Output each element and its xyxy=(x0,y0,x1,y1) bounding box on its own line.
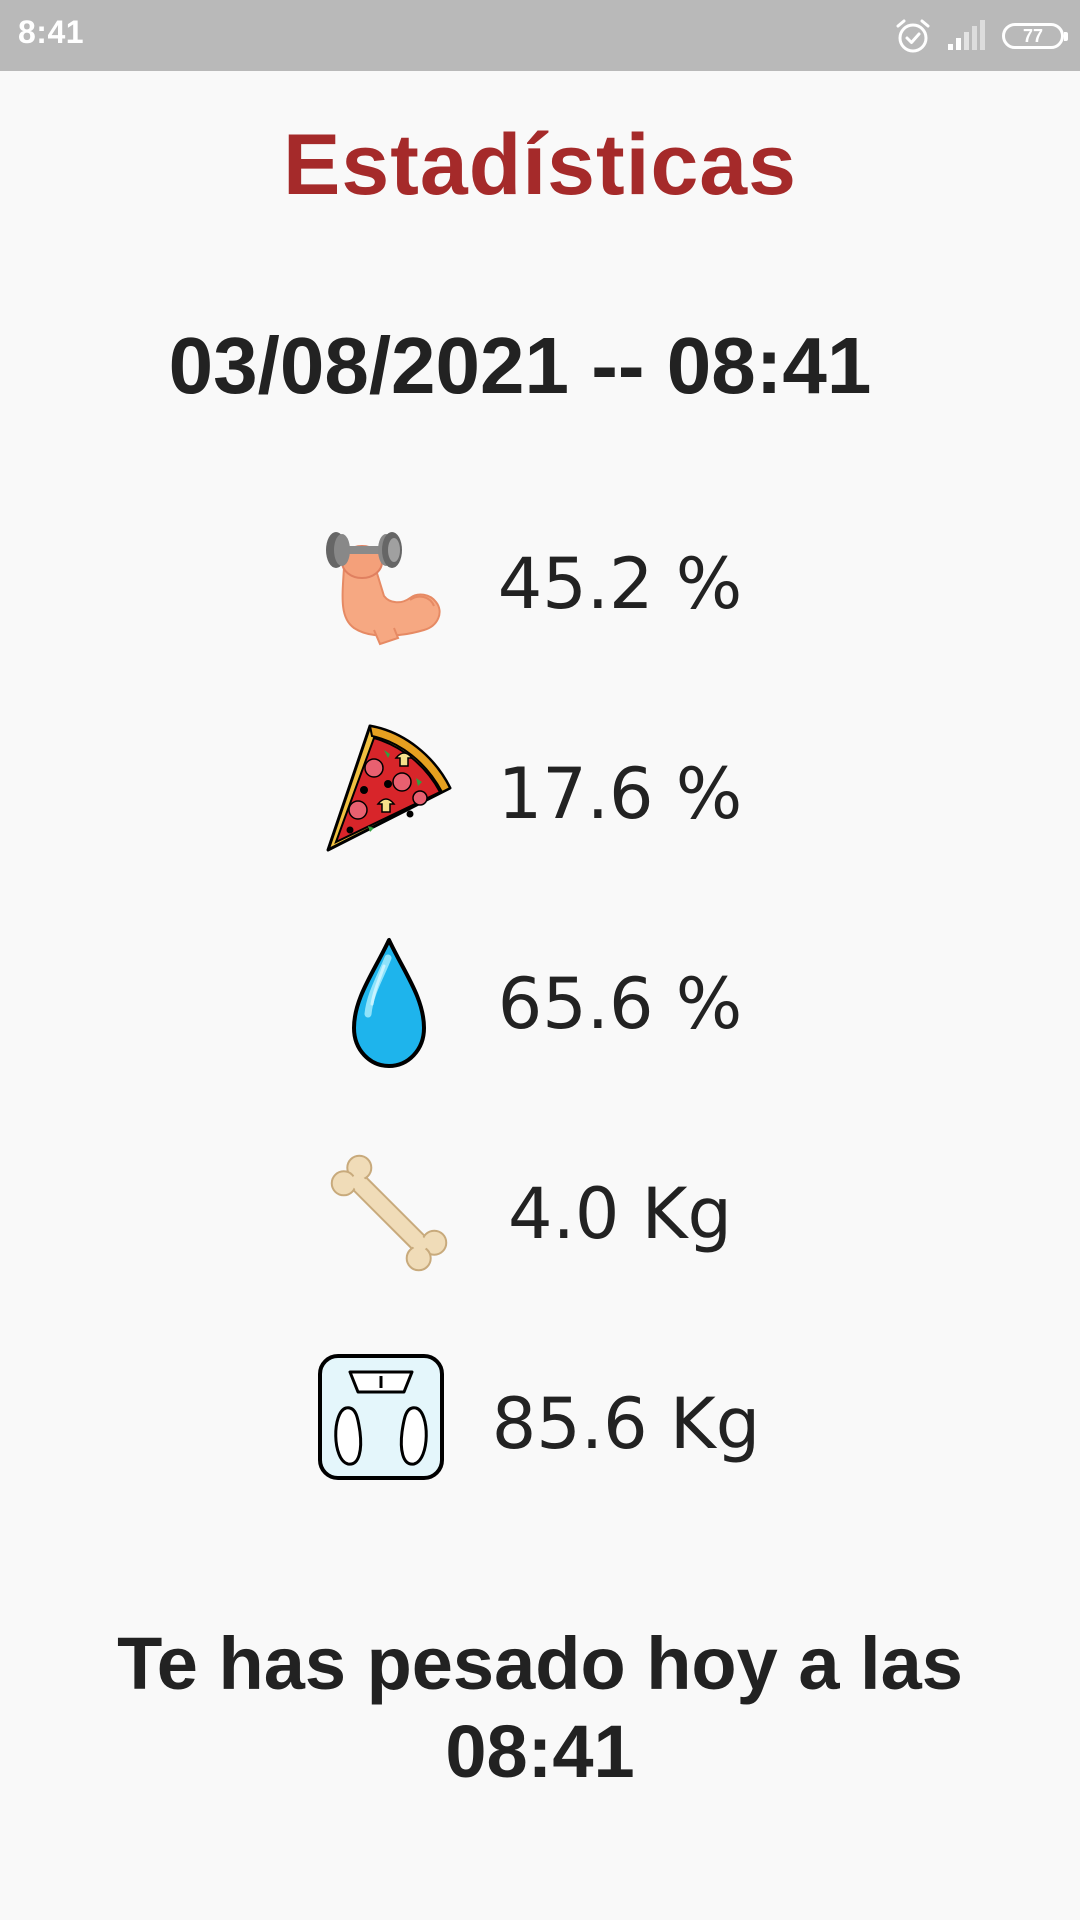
status-time: 8:41 xyxy=(18,14,85,50)
measurement-datetime: 03/08/2021 -- 08:41 xyxy=(168,321,872,410)
body-weight: 85.6 Kg xyxy=(491,1383,761,1465)
signal-icon xyxy=(948,20,985,50)
muscle-icon xyxy=(326,532,441,646)
last-weighed-time: 08:41 xyxy=(445,1710,635,1793)
alarm-icon xyxy=(896,19,930,53)
scale-icon xyxy=(318,1354,444,1480)
status-icons: 77 xyxy=(894,16,1068,56)
stat-row-muscle: 45.2 % xyxy=(0,508,1080,658)
last-weighed-text: Te has pesado hoy a las xyxy=(117,1622,963,1705)
bone-mass: 4.0 Kg xyxy=(508,1173,732,1255)
water-drop-icon xyxy=(352,938,426,1068)
pizza-icon xyxy=(326,724,452,852)
muscle-percentage: 45.2 % xyxy=(497,543,743,625)
status-bar: 8:41 77 xyxy=(0,0,1080,71)
stat-row-fat: 17.6 % xyxy=(0,718,1080,868)
battery-icon: 77 xyxy=(1002,23,1068,49)
water-percentage: 65.6 % xyxy=(497,963,743,1045)
stat-row-weight: 85.6 Kg xyxy=(0,1348,1080,1498)
last-weighed-message: Te has pesado hoy a las 08:41 xyxy=(60,1620,1020,1796)
bone-icon xyxy=(330,1154,448,1272)
stat-row-bone: 4.0 Kg xyxy=(0,1138,1080,1288)
battery-level: 77 xyxy=(1022,26,1044,46)
stat-row-water: 65.6 % xyxy=(0,928,1080,1078)
fat-percentage: 17.6 % xyxy=(497,753,743,835)
page-title: Estadísticas xyxy=(283,117,797,213)
